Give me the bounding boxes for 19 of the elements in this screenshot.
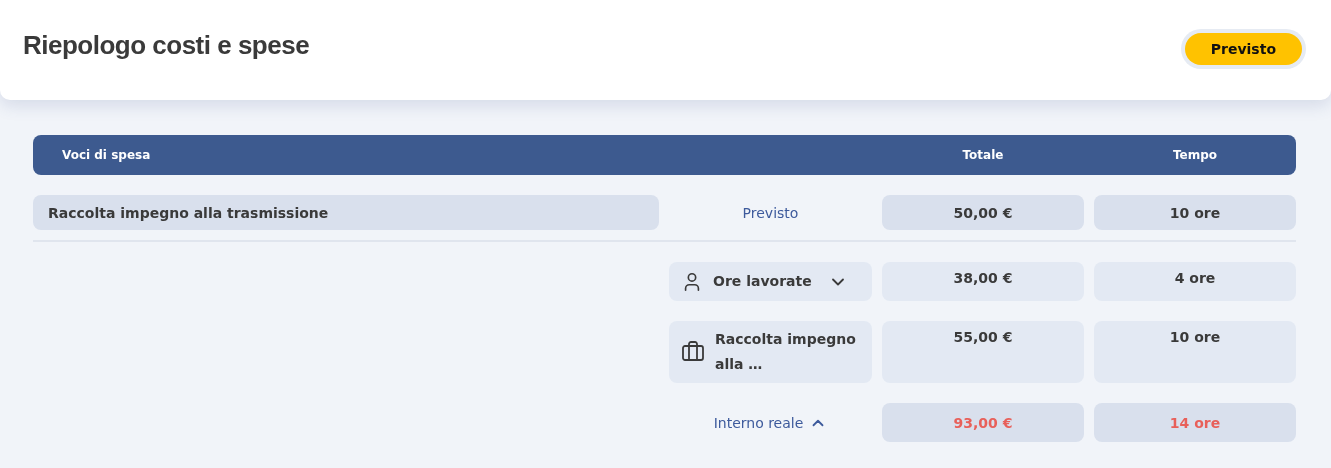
total-cell: 50,00 € — [882, 195, 1084, 230]
expense-detail-button[interactable]: Raccolta impegno alla … — [669, 321, 872, 383]
total-cell: 38,00 € — [882, 262, 1084, 301]
briefcase-icon — [681, 340, 705, 364]
page-title: Riepologo costi e spese — [23, 29, 310, 61]
expense-name: Raccolta impegno alla trasmissione — [33, 195, 659, 230]
time-cell: 4 ore — [1094, 262, 1296, 301]
time-cell: 10 ore — [1094, 321, 1296, 383]
column-header: Totale — [962, 148, 1004, 162]
total-cell: 55,00 € — [882, 321, 1084, 383]
time-cell: 14 ore — [1094, 403, 1296, 442]
expense-detail-button[interactable]: Ore lavorate — [669, 262, 872, 301]
column-header: Voci di spesa — [61, 148, 152, 162]
details-toggle[interactable]: Interno reale — [669, 403, 872, 442]
time-cell: 10 ore — [1094, 195, 1296, 230]
status-badge: Previsto — [1184, 33, 1302, 65]
total-cell: 93,00 € — [882, 403, 1084, 442]
column-header: Tempo — [1172, 148, 1218, 162]
row-label: Previsto — [742, 204, 799, 221]
